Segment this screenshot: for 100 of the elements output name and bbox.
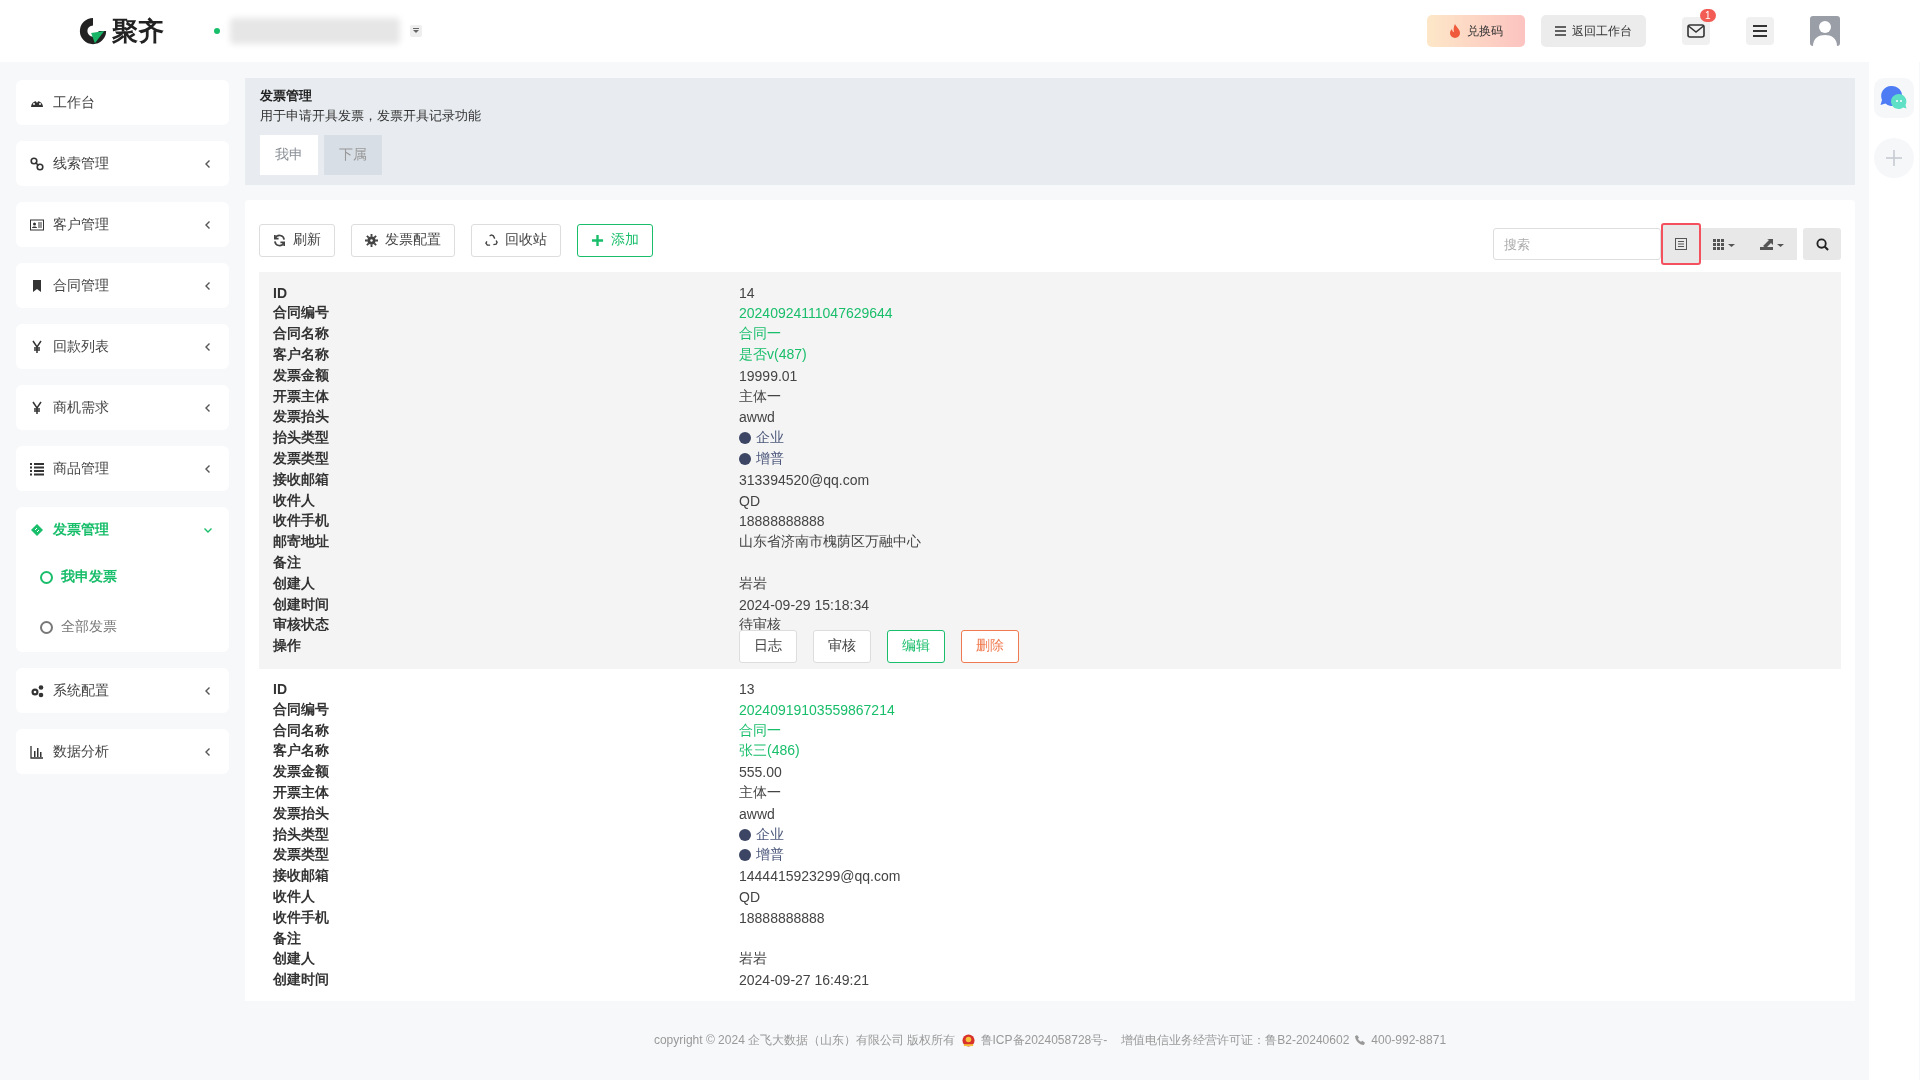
action-button[interactable]: 日志 [739,629,797,663]
phone-icon [1355,1035,1366,1046]
recycle-icon [485,233,498,247]
field-value: 1444415923299@qq.com [739,868,901,885]
dropdown-caret-icon[interactable] [410,25,422,37]
plus-icon [591,233,604,247]
recycle-bin-button[interactable]: 回收站 [471,223,561,257]
field-label: 合同编号 [273,700,330,719]
redeem-button[interactable]: 兑换码 [1427,15,1525,47]
field-label: 邮寄地址 [273,533,330,552]
field-value: 313394520@qq.com [739,471,870,488]
sidebar-item[interactable]: 数据分析 [16,729,229,774]
chat-bubbles-icon [1880,85,1908,111]
back-to-workbench-button[interactable]: 返回工作台 [1541,15,1646,47]
export-button[interactable] [1749,228,1797,261]
field-label: 客户名称 [273,742,330,761]
refresh-button[interactable]: 刷新 [259,223,335,257]
settings-button[interactable]: 发票配置 [351,223,455,257]
field-label: 发票类型 [273,846,330,865]
mail-button[interactable] [1682,17,1710,45]
columns-button[interactable] [1701,228,1749,261]
field-label: 收件人 [273,888,316,906]
field-value: 增普 [756,846,784,865]
field-label: 抬头类型 [273,825,330,844]
action-button[interactable]: 审核 [813,629,871,663]
field-value: 主体一 [739,387,781,406]
field-value: 山东省济南市槐荫区万融中心 [739,533,921,552]
field-label: 抬头类型 [273,429,330,448]
sidebar-item[interactable]: 商品管理 [16,446,229,491]
field-label: 操作 [273,637,302,656]
ticket-icon [30,522,44,537]
yen-icon [30,339,44,354]
field-label: 合同编号 [273,304,330,323]
gears-icon [30,683,44,698]
sidebar-item[interactable]: 系统配置 [16,668,229,713]
chat-button[interactable] [1874,78,1914,118]
search-icon [1815,237,1829,251]
sidebar-item[interactable]: 商机需求 [16,385,229,430]
submenu-item[interactable]: 全部发票 [16,602,229,652]
field-value: 18888888888 [739,513,825,530]
field-value: 2024-09-27 16:49:21 [739,972,869,989]
field-label: ID [273,681,288,698]
field-label: 创建时间 [273,971,330,990]
logo-text: 聚齐 [112,14,164,48]
field-label: ID [273,284,288,301]
field-label: 发票金额 [273,763,330,782]
field-label: 客户名称 [273,346,330,365]
field-value: 主体一 [739,784,781,802]
search-button[interactable] [1803,228,1841,261]
field-label: 开票主体 [273,387,330,406]
field-label: 备注 [273,929,302,948]
yen-icon [30,400,44,415]
notification-badge: 1 [1700,9,1716,22]
menu-icon [1555,26,1566,36]
menu-button[interactable] [1746,17,1774,45]
export-dropdown-icon [1760,237,1786,251]
field-value: 19999.01 [739,367,798,384]
link-icon [30,156,44,171]
list-view-button[interactable] [1661,223,1701,266]
field-value: QD [739,889,760,905]
field-label: 创建人 [273,950,316,969]
logo-icon [78,16,108,46]
gear-icon [365,233,378,247]
field-label: 发票抬头 [273,804,330,823]
field-value: QD [739,492,760,509]
page-description: 用于申请开具发票，发票开具记录功能 [260,107,482,125]
field-label: 接收邮箱 [273,867,330,886]
sidebar-item[interactable]: 工作台 [16,80,229,125]
card-icon [30,217,44,232]
field-label: 发票抬头 [273,408,330,427]
refresh-icon [273,233,286,247]
field-value: 增普 [756,450,784,469]
field-label: 创建人 [273,574,316,593]
chart-icon [30,744,44,759]
field-value: 13 [739,681,755,698]
plus-icon [1885,149,1903,167]
emblem-icon [961,1033,975,1047]
field-label: 收件手机 [273,512,330,531]
field-label: 合同名称 [273,325,330,344]
sidebar-item[interactable]: 线索管理 [16,141,229,186]
list-icon [1675,238,1687,251]
sidebar-item[interactable]: 客户管理 [16,202,229,247]
sidebar-item[interactable]: 合同管理 [16,263,229,308]
field-label: 收件人 [273,491,316,510]
field-value: 岩岩 [739,574,767,593]
field-label: 接收邮箱 [273,470,330,489]
field-label: 发票金额 [273,366,330,385]
avatar-icon[interactable] [1810,16,1840,46]
phone-number: 400-992-8871 [1371,1033,1447,1048]
field-label: 开票主体 [273,784,330,802]
field-label: 发票类型 [273,450,330,469]
field-value: 岩岩 [739,950,767,969]
sidebar-item[interactable]: 回款列表 [16,324,229,369]
search-field[interactable]: 搜索 [1493,228,1661,261]
flame-icon [1449,24,1461,38]
list-icon [30,461,44,476]
mail-icon [1687,24,1705,38]
field-label: 创建时间 [273,595,330,614]
field-label: 合同名称 [273,721,330,740]
field-label: 收件手机 [273,908,330,927]
